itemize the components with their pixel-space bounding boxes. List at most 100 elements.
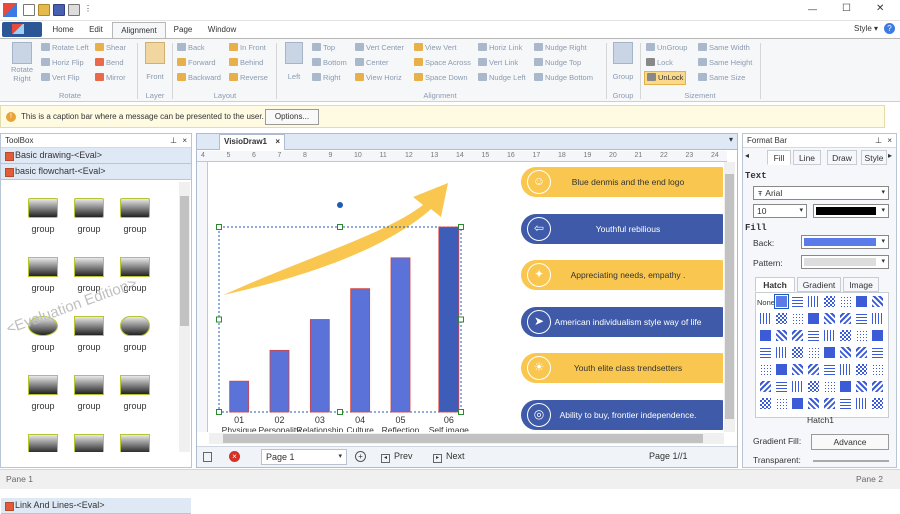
minimize-button[interactable]: — xyxy=(808,4,817,14)
hatch-swatch[interactable] xyxy=(807,380,820,393)
hatch-swatch[interactable] xyxy=(823,295,836,308)
tab-edit[interactable]: Edit xyxy=(82,22,110,38)
tab-hatch[interactable]: Hatch xyxy=(755,277,795,292)
pattern-color-picker[interactable]: ▾ xyxy=(801,255,889,269)
hatch-swatch[interactable] xyxy=(791,397,804,410)
toolbox-scrollbar[interactable] xyxy=(179,182,190,452)
back-color-picker[interactable]: ▾ xyxy=(801,235,889,249)
nudge-top-button[interactable]: Nudge Top xyxy=(534,58,581,68)
hatch-swatch[interactable] xyxy=(791,346,804,359)
mirror-button[interactable]: Mirror xyxy=(95,73,126,83)
pin-icon[interactable]: ⊥ xyxy=(170,134,177,147)
same-height-button[interactable]: Same Height xyxy=(698,58,752,68)
toolbox-shape[interactable]: group xyxy=(21,430,65,452)
pin-icon[interactable]: ⊥ xyxy=(875,134,882,147)
font-select[interactable]: Ŧ Arial ▾ xyxy=(753,186,889,200)
close-icon[interactable]: × xyxy=(182,134,187,147)
hatch-swatch[interactable] xyxy=(855,346,868,359)
same-size-button[interactable]: Same Size xyxy=(698,73,745,83)
save-icon[interactable] xyxy=(53,4,65,16)
in-front-button[interactable]: In Front xyxy=(229,43,266,53)
maximize-button[interactable]: ☐ xyxy=(842,3,851,14)
section-link-and-lines[interactable]: Link And Lines-<Eval> xyxy=(1,498,191,514)
hatch-swatch[interactable] xyxy=(791,295,804,308)
nudge-bottom-button[interactable]: Nudge Bottom xyxy=(534,73,593,83)
add-page-icon[interactable]: + xyxy=(355,451,366,462)
rotate-right-button[interactable]: Rotate Right xyxy=(6,42,38,83)
resize-handle[interactable] xyxy=(216,409,222,415)
hatch-swatch[interactable] xyxy=(823,363,836,376)
hatch-swatch[interactable] xyxy=(855,312,868,325)
hatch-swatch[interactable] xyxy=(871,380,884,393)
tab-line[interactable]: Line xyxy=(793,150,821,165)
info-card[interactable]: ☺ Blue denmis and the end logo xyxy=(521,167,723,197)
toolbox-shape[interactable]: group xyxy=(67,371,111,417)
resize-handle[interactable] xyxy=(216,224,222,230)
reverse-button[interactable]: Reverse xyxy=(229,73,268,83)
tab-list-icon[interactable]: ▾ xyxy=(729,135,733,144)
unlock-button[interactable]: UnLock xyxy=(644,71,687,85)
vert-link-button[interactable]: Vert Link xyxy=(478,58,518,68)
hatch-swatch[interactable] xyxy=(855,363,868,376)
view-vert-button[interactable]: View Vert xyxy=(414,43,457,53)
hatch-swatch[interactable] xyxy=(759,363,772,376)
tab-draw[interactable]: Draw xyxy=(827,150,857,165)
rotate-left-button[interactable]: Rotate Left xyxy=(41,43,89,53)
horiz-link-button[interactable]: Horiz Link xyxy=(478,43,522,53)
open-icon[interactable] xyxy=(38,4,50,16)
application-menu-button[interactable] xyxy=(2,22,42,37)
back-button[interactable]: Back xyxy=(177,43,205,53)
hatch-swatch[interactable] xyxy=(871,363,884,376)
app-icon[interactable] xyxy=(3,3,17,17)
hatch-swatch[interactable] xyxy=(775,346,788,359)
hatch-swatch[interactable] xyxy=(759,397,772,410)
toolbox-shape[interactable]: group xyxy=(113,194,157,240)
resize-handle[interactable] xyxy=(216,316,222,323)
align-top-button[interactable]: Top xyxy=(312,43,335,53)
hatch-swatch[interactable] xyxy=(759,380,772,393)
align-bottom-button[interactable]: Bottom xyxy=(312,58,347,68)
toolbox-shape[interactable]: group xyxy=(21,253,65,299)
section-basic-drawing[interactable]: Basic drawing-<Eval> xyxy=(1,148,191,164)
info-card[interactable]: ⇦ Youthful rebilious xyxy=(521,213,723,244)
options-button[interactable]: Options... xyxy=(265,109,319,125)
next-button[interactable]: ▸ Next xyxy=(433,451,465,463)
space-down-button[interactable]: Space Down xyxy=(414,73,468,83)
toolbox-shape[interactable]: group xyxy=(67,312,111,358)
toolbox-shape[interactable]: group xyxy=(21,371,65,417)
hatch-swatch[interactable] xyxy=(775,397,788,410)
hatch-swatch[interactable] xyxy=(839,312,852,325)
tabs-left-icon[interactable]: ◂ xyxy=(745,151,749,160)
hatch-swatch[interactable] xyxy=(759,346,772,359)
hatch-swatch[interactable] xyxy=(871,295,884,308)
close-icon[interactable]: × xyxy=(887,134,892,147)
delete-page-icon[interactable]: × xyxy=(229,451,240,462)
toolbox-shape[interactable]: group xyxy=(67,194,111,240)
nudge-left-button[interactable]: Nudge Left xyxy=(478,73,526,83)
advance-button[interactable]: Advance xyxy=(811,434,889,450)
close-tab-icon[interactable]: × xyxy=(275,135,280,149)
hatch-swatch[interactable] xyxy=(775,380,788,393)
tab-image[interactable]: Image xyxy=(843,277,879,292)
ungroup-button[interactable]: UnGroup xyxy=(646,43,687,53)
group-button[interactable]: Group xyxy=(610,42,636,82)
same-width-button[interactable]: Same Width xyxy=(698,43,750,53)
tab-gradient[interactable]: Gradient xyxy=(797,277,841,292)
resize-handle[interactable] xyxy=(337,224,343,230)
hatch-swatch[interactable] xyxy=(823,312,836,325)
hatch-swatch[interactable] xyxy=(839,397,852,410)
shear-button[interactable]: Shear xyxy=(95,43,126,53)
hatch-swatch[interactable] xyxy=(839,380,852,393)
hatch-swatch[interactable] xyxy=(839,346,852,359)
info-card[interactable]: ✦ Appreciating needs, empathy . xyxy=(521,260,723,290)
hatch-swatch[interactable] xyxy=(823,380,836,393)
horiz-flip-button[interactable]: Horiz Flip xyxy=(41,58,84,68)
page-selector[interactable]: Page 1 ▾ xyxy=(261,449,347,465)
vert-flip-button[interactable]: Vert Flip xyxy=(41,73,80,83)
close-button[interactable]: ✕ xyxy=(876,3,884,14)
info-card[interactable]: ☀ Youth elite class trendsetters xyxy=(521,353,723,383)
hatch-swatch[interactable] xyxy=(807,397,820,410)
nudge-right-button[interactable]: Nudge Right xyxy=(534,43,587,53)
resize-handle[interactable] xyxy=(458,224,464,230)
hatch-swatch[interactable] xyxy=(807,363,820,376)
